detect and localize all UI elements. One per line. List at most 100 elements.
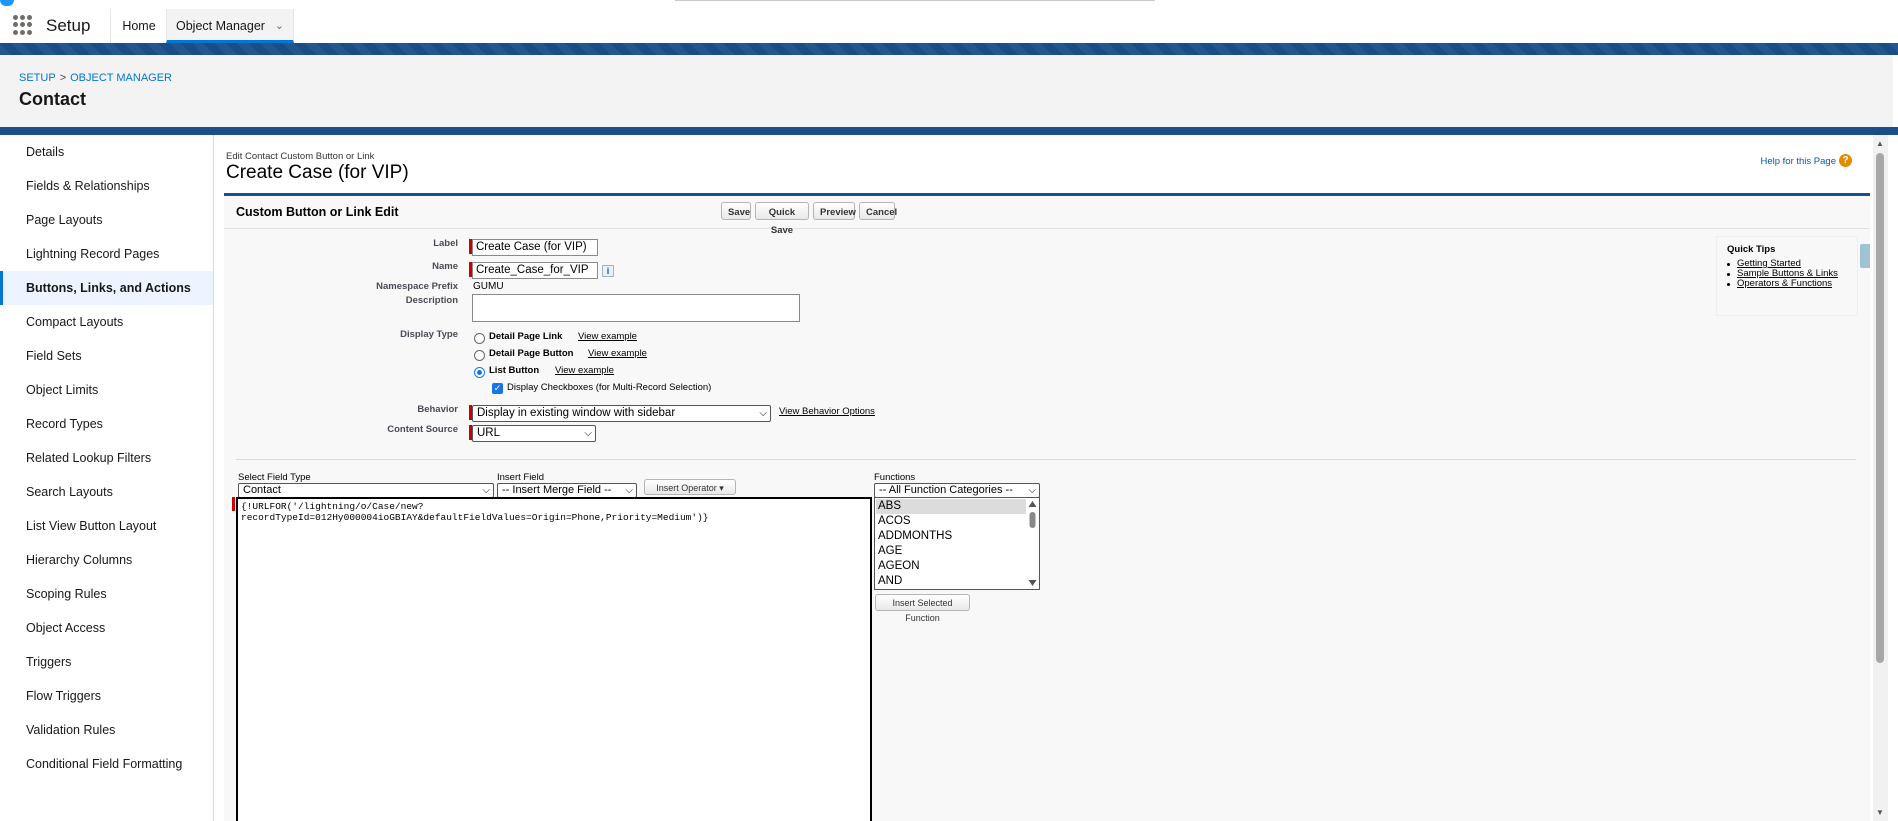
quick-tip-operators-functions[interactable]: Operators & Functions [1737,278,1832,289]
function-option[interactable]: AND [876,574,1026,589]
app-launcher-icon[interactable] [13,15,33,35]
tab-home[interactable]: Home [110,9,167,43]
scroll-up-icon[interactable]: ▲ [1876,139,1884,148]
function-option[interactable]: ADDMONTHS [876,529,1026,544]
listbox-scrollbar[interactable] [1027,499,1038,588]
scrollbar-thumb[interactable] [1876,153,1884,663]
content-source-label: Content Source [387,424,458,435]
chevron-down-icon: ⌵ [584,428,592,439]
breadcrumb: SETUP > OBJECT MANAGER [19,72,172,84]
radio-detail-page-link[interactable] [474,333,485,344]
display-checkboxes-label: Display Checkboxes (for Multi-Record Sel… [507,382,712,393]
function-category-select[interactable]: -- All Function Categories -- ⌵ [874,483,1040,498]
insert-field-select[interactable]: -- Insert Merge Field -- ⌵ [497,483,637,498]
edit-title: Create Case (for VIP) [226,162,409,183]
namespace-field-label: Namespace Prefix [376,281,458,292]
global-nav: Setup Home Object Manager ⌄ [0,9,1898,44]
chevron-down-icon: ⌵ [482,485,490,496]
sidebar-item-field-sets[interactable]: Field Sets [0,339,213,373]
object-header: SETUP > OBJECT MANAGER Contact [0,55,1893,128]
chevron-down-icon[interactable]: ⌄ [275,9,284,43]
description-textarea[interactable] [472,294,800,322]
sidebar-item-object-limits[interactable]: Object Limits [0,373,213,407]
notification-dot [0,0,14,6]
radio-list-button[interactable] [474,367,485,378]
view-example-link[interactable]: View example [588,348,647,359]
label-field-label: Label [433,238,458,249]
formula-editor[interactable]: {!URLFOR('/lightning/o/Case/new? recordT… [236,497,872,821]
radio-detail-page-button[interactable] [474,350,485,361]
sidebar-item-conditional-field-formatting[interactable]: Conditional Field Formatting [0,747,213,781]
sidebar-item-flow-triggers[interactable]: Flow Triggers [0,679,213,713]
label-input[interactable]: Create Case (for VIP) [472,239,598,256]
namespace-value: GUMU [473,281,504,292]
save-button[interactable]: Save [721,202,751,220]
insert-selected-function-button[interactable]: Insert Selected Function [875,594,970,623]
tab-object-manager-label: Object Manager [176,19,265,33]
sidebar-item-validation-rules[interactable]: Validation Rules [0,713,213,747]
name-input[interactable]: Create_Case_for_VIP [472,262,598,279]
sidebar-item-scoping-rules[interactable]: Scoping Rules [0,577,213,611]
sidebar-item-compact-layouts[interactable]: Compact Layouts [0,305,213,339]
breadcrumb-setup[interactable]: SETUP [19,72,56,84]
view-example-link[interactable]: View example [555,365,614,376]
quick-tips-toggle-tab[interactable] [1860,244,1870,268]
sidebar-item-list-view-button-layout[interactable]: List View Button Layout [0,509,213,543]
function-category-value: -- All Function Categories -- [879,484,1013,496]
sidebar-item-buttons-links-actions[interactable]: Buttons, Links, and Actions [0,271,213,305]
sidebar-item-triggers[interactable]: Triggers [0,645,213,679]
content-source-select[interactable]: URL ⌵ [472,425,596,442]
page-scrollbar[interactable]: ▲ ▼ [1873,135,1888,821]
cancel-button[interactable]: Cancel [859,202,897,220]
edit-subtitle: Edit Contact Custom Button or Link [226,151,375,162]
select-field-type-select[interactable]: Contact ⌵ [238,483,494,498]
sidebar-item-search-layouts[interactable]: Search Layouts [0,475,213,509]
functions-listbox[interactable]: ABS ACOS ADDMONTHS AGE AGEON AND [874,497,1040,590]
insert-field-label: Insert Field [497,472,544,483]
quick-tips-title: Quick Tips [1727,244,1776,255]
sidebar-item-page-layouts[interactable]: Page Layouts [0,203,213,237]
select-field-type-value: Contact [243,484,281,496]
global-search-bar-edge[interactable] [675,0,1155,1]
sidebar-item-hierarchy-columns[interactable]: Hierarchy Columns [0,543,213,577]
sidebar-item-fields-relationships[interactable]: Fields & Relationships [0,169,213,203]
panel-title: Custom Button or Link Edit [236,205,399,219]
tab-object-manager[interactable]: Object Manager ⌄ [166,9,294,43]
sidebar: Details Fields & Relationships Page Layo… [0,135,214,821]
detail-page-button-label: Detail Page Button [489,348,574,359]
sidebar-item-lightning-record-pages[interactable]: Lightning Record Pages [0,237,213,271]
view-example-link[interactable]: View example [578,331,637,342]
sidebar-item-details[interactable]: Details [0,135,213,169]
info-icon[interactable]: i [602,265,614,277]
scroll-down-icon[interactable]: ▼ [1876,808,1884,817]
sidebar-item-related-lookup-filters[interactable]: Related Lookup Filters [0,441,213,475]
preview-button[interactable]: Preview [813,202,856,220]
help-icon[interactable]: ? [1839,154,1852,167]
behavior-select[interactable]: Display in existing window with sidebar … [472,405,771,422]
insert-operator-label: Insert Operator [656,483,717,493]
display-checkboxes-checkbox[interactable]: ✓ [492,383,503,394]
app-name: Setup [46,16,91,35]
display-type-label: Display Type [400,329,458,340]
function-option[interactable]: AGE [876,544,1026,559]
function-option[interactable]: ABS [876,499,1026,514]
edit-panel: Custom Button or Link Edit Save Quick Sa… [224,193,1870,821]
bullet-icon [1727,263,1730,266]
panel-header: Custom Button or Link Edit Save Quick Sa… [224,196,1870,236]
bullet-icon [1727,273,1730,276]
content-source-select-value: URL [477,427,501,439]
view-behavior-options-link[interactable]: View Behavior Options [779,406,875,417]
breadcrumb-object-manager[interactable]: OBJECT MANAGER [70,72,172,84]
header-band-lower [0,127,1898,135]
function-option[interactable]: ACOS [876,514,1026,529]
insert-operator-button[interactable]: Insert Operator ▾ [644,479,736,495]
sidebar-item-record-types[interactable]: Record Types [0,407,213,441]
help-link[interactable]: Help for this Page [1760,156,1836,167]
quick-save-button[interactable]: Quick Save [755,202,809,236]
chevron-down-icon: ⌵ [1028,485,1036,496]
functions-label: Functions [874,472,916,483]
quick-tips-panel: Quick Tips Getting Started Sample Button… [1716,236,1858,316]
caret-down-icon: ▾ [719,483,724,493]
function-option[interactable]: AGEON [876,559,1026,574]
sidebar-item-object-access[interactable]: Object Access [0,611,213,645]
